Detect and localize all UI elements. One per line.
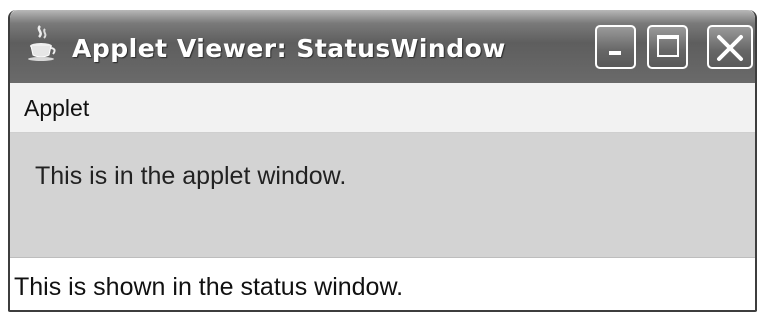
maximize-button[interactable] — [647, 25, 688, 69]
java-cup-icon — [26, 24, 58, 62]
menu-bar: Applet — [10, 83, 755, 133]
applet-message: This is in the applet window. — [35, 162, 347, 190]
menu-applet[interactable]: Applet — [24, 95, 89, 122]
status-message: This is shown in the status window. — [14, 273, 404, 301]
close-icon — [717, 35, 743, 61]
applet-viewer-window: Applet Viewer: StatusWindow Applet This … — [8, 10, 757, 312]
maximize-icon — [657, 35, 679, 57]
status-bar: This is shown in the status window. — [10, 257, 755, 310]
title-bar[interactable]: Applet Viewer: StatusWindow — [10, 10, 755, 83]
minimize-button[interactable] — [595, 25, 636, 69]
applet-panel[interactable]: This is in the applet window. — [10, 133, 755, 257]
close-button[interactable] — [707, 25, 753, 69]
minimize-icon — [609, 51, 621, 55]
window-title: Applet Viewer: StatusWindow — [72, 34, 506, 63]
